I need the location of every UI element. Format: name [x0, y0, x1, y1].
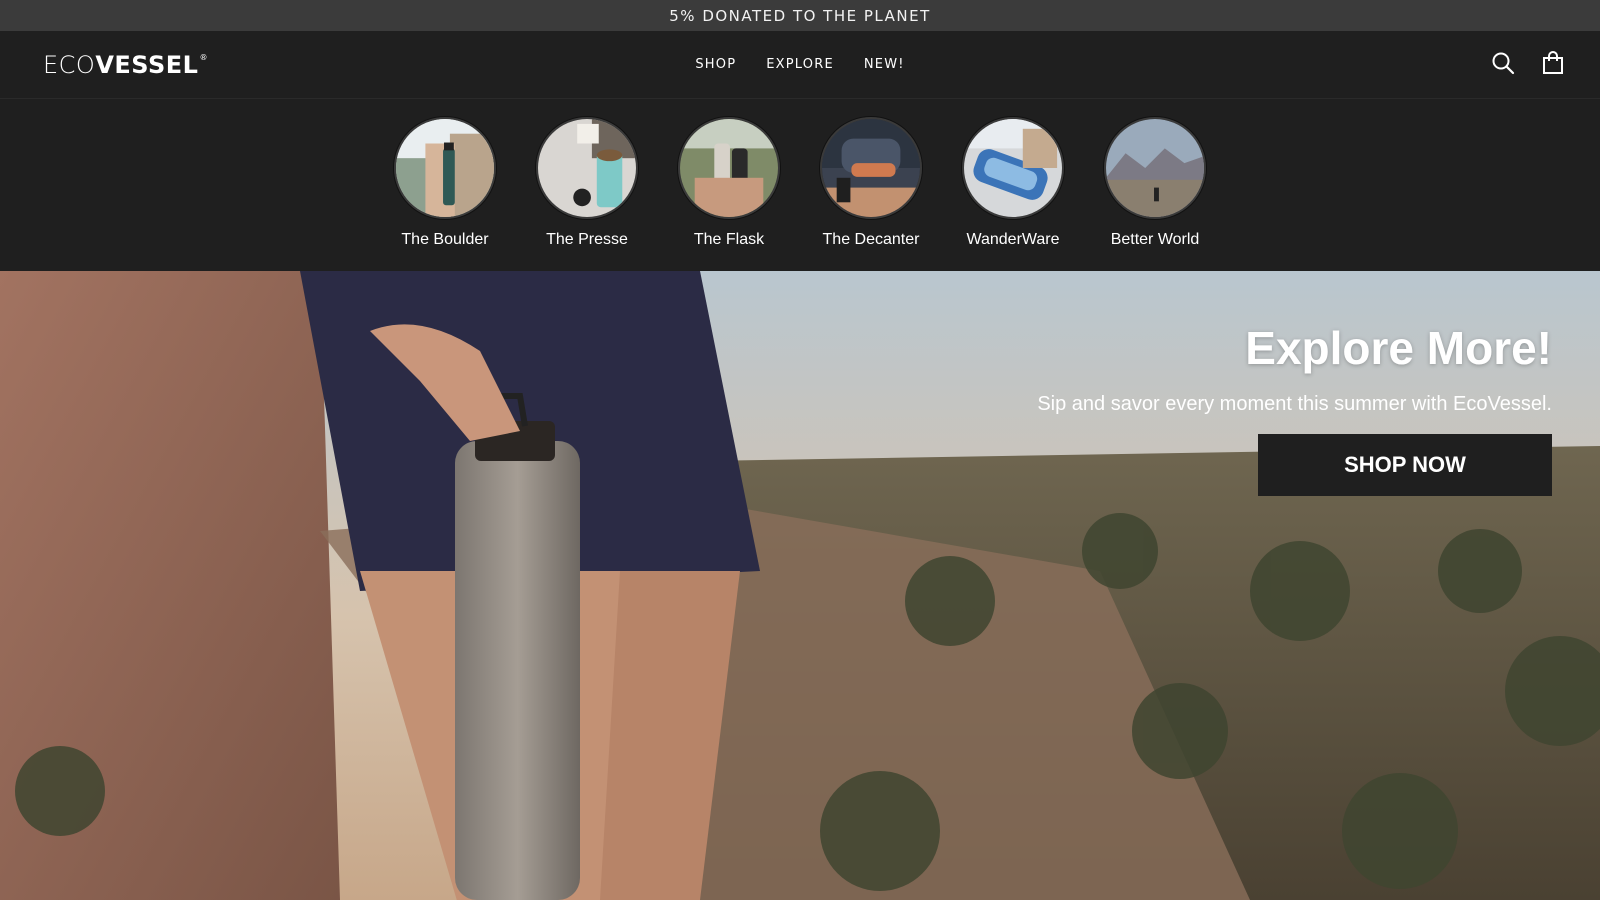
wanderware-thumbnail — [962, 117, 1064, 219]
collection-presse[interactable]: The Presse — [535, 117, 640, 249]
announcement-bar: 5% DONATED TO THE PLANET — [0, 0, 1600, 31]
header-actions — [1490, 50, 1566, 76]
collection-decanter[interactable]: The Decanter — [819, 117, 924, 249]
nav-explore[interactable]: EXPLORE — [766, 57, 834, 72]
collection-label: The Presse — [546, 231, 628, 248]
better-world-thumbnail — [1104, 117, 1206, 219]
hero-copy: Explore More! Sip and savor every moment… — [1037, 321, 1552, 496]
presse-thumbnail — [536, 117, 638, 219]
collection-label: The Decanter — [822, 231, 920, 248]
collection-carousel: The Boulder The Presse The Flask The Dec… — [0, 99, 1600, 267]
collection-label: The Flask — [693, 231, 765, 248]
collection-better-world[interactable]: Better World — [1103, 117, 1208, 249]
decanter-thumbnail — [820, 117, 922, 219]
site-header: ECO VESSEL ® SHOP EXPLORE NEW! — [0, 31, 1600, 99]
hero-banner: Explore More! Sip and savor every moment… — [0, 271, 1600, 900]
flask-thumbnail — [678, 117, 780, 219]
hero-title: Explore More! — [1245, 322, 1552, 374]
hero-subtitle: Sip and savor every moment this summer w… — [1037, 393, 1552, 415]
ecovessel-logo[interactable]: ECO VESSEL ® — [43, 51, 208, 79]
shop-now-button[interactable]: SHOP NOW — [1258, 434, 1552, 496]
nav-new[interactable]: NEW! — [864, 57, 905, 72]
boulder-thumbnail — [394, 117, 496, 219]
search-icon[interactable] — [1490, 50, 1516, 76]
collection-label: The Boulder — [401, 231, 489, 248]
shopping-bag-icon[interactable] — [1540, 50, 1566, 76]
collection-label: Better World — [1110, 231, 1200, 248]
collection-boulder[interactable]: The Boulder — [393, 117, 498, 249]
collection-flask[interactable]: The Flask — [677, 117, 782, 249]
collection-wanderware[interactable]: WanderWare — [961, 117, 1066, 249]
collection-label: WanderWare — [966, 231, 1060, 248]
main-nav: SHOP EXPLORE NEW! — [0, 31, 1600, 98]
nav-shop[interactable]: SHOP — [695, 57, 736, 72]
announcement-text: 5% DONATED TO THE PLANET — [669, 6, 931, 25]
